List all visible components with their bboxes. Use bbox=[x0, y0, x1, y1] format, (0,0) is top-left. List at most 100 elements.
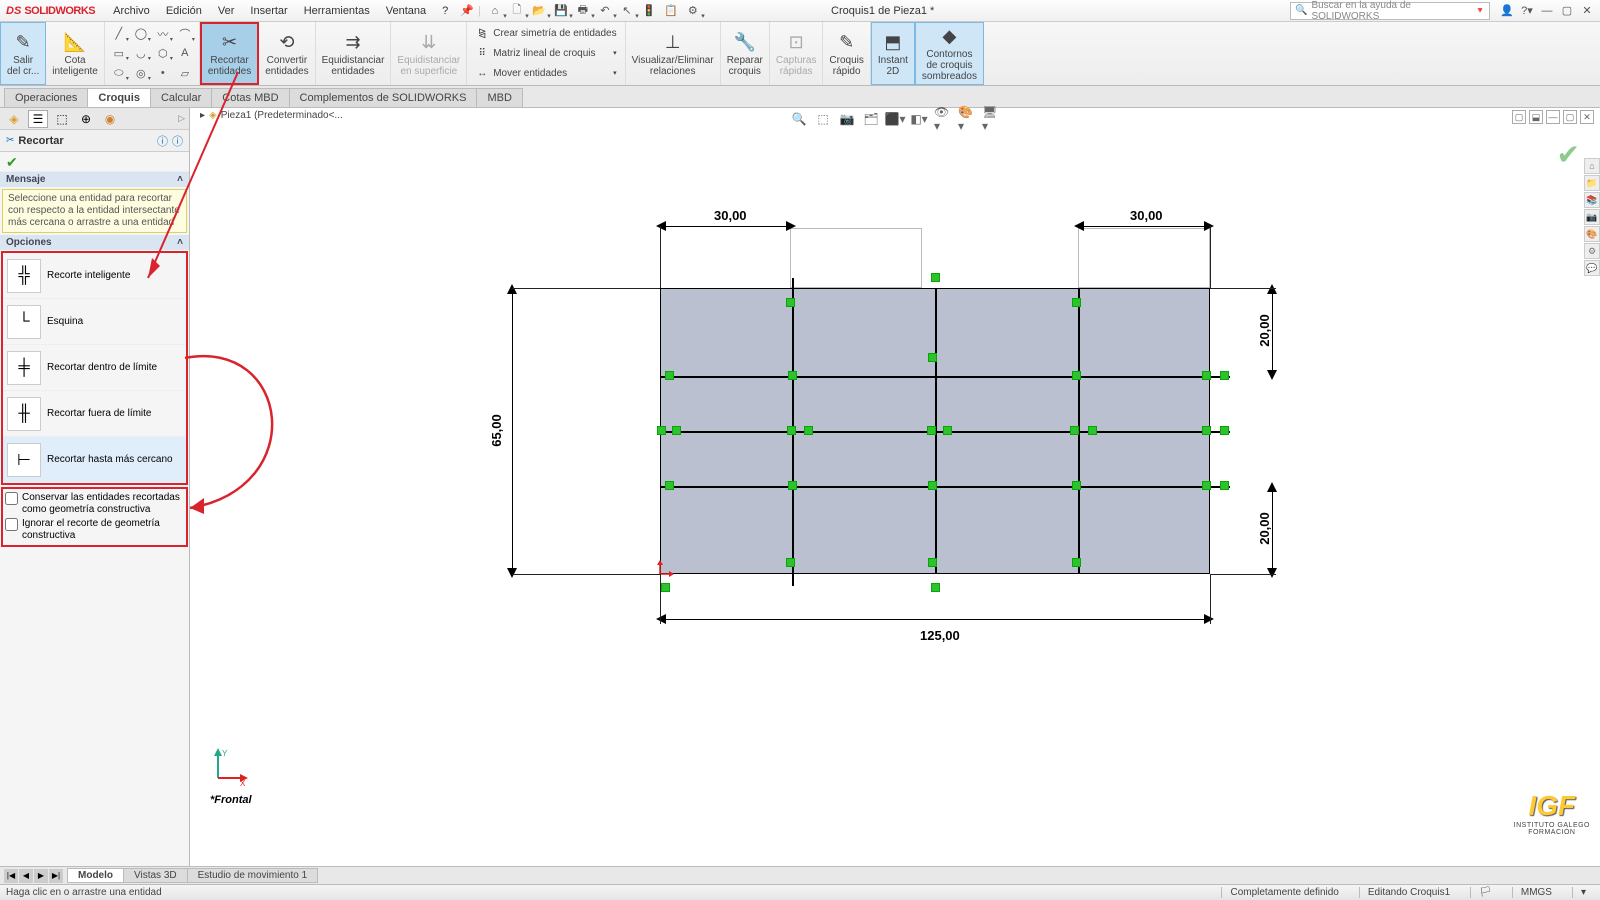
ellipse-tool[interactable]: ◎▾ bbox=[131, 64, 151, 82]
rail-resources-icon[interactable]: 📁 bbox=[1584, 175, 1600, 191]
section-view-icon[interactable]: 🗂 bbox=[862, 110, 880, 128]
qat-undo-icon[interactable]: ↶▾ bbox=[595, 2, 615, 20]
instant2d-button[interactable]: ⬒ Instant 2D bbox=[871, 22, 915, 85]
sk-rel[interactable] bbox=[788, 371, 797, 380]
opt-trim-outside[interactable]: ╫ Recortar fuera de límite bbox=[3, 391, 186, 437]
sk-rel[interactable] bbox=[1220, 371, 1229, 380]
breadcrumb[interactable]: ▸ ◈ Pieza1 (Predeterminado<... bbox=[200, 110, 343, 121]
sk-rel[interactable] bbox=[657, 426, 666, 435]
linear-pattern[interactable]: ⠿Matriz lineal de croquis▾ bbox=[475, 44, 616, 62]
shaded-contour-button[interactable]: ◆ Contornos de croquis sombreados bbox=[915, 22, 984, 85]
sk-rel[interactable] bbox=[1202, 371, 1211, 380]
rapid-sketch-button[interactable]: ✎ Croquis rápido bbox=[823, 22, 870, 85]
maximize-button[interactable]: ▢ bbox=[1560, 4, 1574, 17]
view-orient-icon[interactable]: ⬛▾ bbox=[886, 110, 904, 128]
status-units[interactable]: MMGS bbox=[1512, 887, 1560, 898]
rail-home-icon[interactable]: ⌂ bbox=[1584, 158, 1600, 174]
rail-appearance-icon[interactable]: 🎨 bbox=[1584, 226, 1600, 242]
graphics-area[interactable]: ▸ ◈ Pieza1 (Predeterminado<... 🔍 ⬚ 📷 🗂 ⬛… bbox=[190, 108, 1600, 866]
qat-options-icon[interactable]: 📋 bbox=[661, 2, 681, 20]
status-more-icon[interactable]: ▾ bbox=[1572, 887, 1594, 898]
tab-vistas-3d[interactable]: Vistas 3D bbox=[123, 868, 188, 883]
tab-mbd[interactable]: MBD bbox=[476, 88, 522, 107]
qat-print-icon[interactable]: 🖶▾ bbox=[573, 2, 593, 20]
opt-power-trim[interactable]: ╬ Recorte inteligente bbox=[3, 253, 186, 299]
sketch-confirm-icon[interactable]: ✔ bbox=[1557, 138, 1580, 171]
chk-ignore-construction[interactable]: Ignorar el recorte de geometría construc… bbox=[5, 517, 184, 543]
tab-complementos[interactable]: Complementos de SOLIDWORKS bbox=[289, 88, 478, 107]
qat-new-icon[interactable]: 🗋▾ bbox=[507, 2, 527, 20]
qat-settings-icon[interactable]: ⚙▾ bbox=[683, 2, 703, 20]
convert-entities-button[interactable]: ⟲ Convertir entidades bbox=[259, 22, 315, 85]
menu-herramientas[interactable]: Herramientas bbox=[296, 5, 378, 17]
move-entities[interactable]: ↔Mover entidades▾ bbox=[475, 64, 616, 82]
pm-help-icon[interactable]: ⓘ bbox=[157, 133, 168, 149]
tab-estudio-movimiento[interactable]: Estudio de movimiento 1 bbox=[187, 868, 319, 883]
qat-open-icon[interactable]: 📂▾ bbox=[529, 2, 549, 20]
sk-rel[interactable] bbox=[665, 371, 674, 380]
sk-rel[interactable] bbox=[1070, 426, 1079, 435]
sk-rel[interactable] bbox=[1088, 426, 1097, 435]
rail-forum-icon[interactable]: 💬 bbox=[1584, 260, 1600, 276]
smart-dimension-button[interactable]: 📐 Cota inteligente bbox=[46, 22, 105, 85]
sk-rel[interactable] bbox=[788, 481, 797, 490]
opt-trim-inside[interactable]: ╪ Recortar dentro de límite bbox=[3, 345, 186, 391]
rail-library-icon[interactable]: 📚 bbox=[1584, 192, 1600, 208]
dimexpert-tab[interactable]: ⊕ bbox=[76, 110, 96, 128]
polygon-tool[interactable]: ⬡▾ bbox=[153, 44, 173, 62]
spline-tool[interactable]: 〰▾ bbox=[153, 25, 173, 43]
dim-30-right[interactable]: 30,00 bbox=[1130, 208, 1163, 223]
chk-keep-construction[interactable]: Conservar las entidades recortadas como … bbox=[5, 491, 184, 517]
slot-tool[interactable]: ⬭▾ bbox=[109, 64, 129, 82]
vp-min[interactable]: — bbox=[1546, 110, 1560, 124]
qat-select-icon[interactable]: ↖▾ bbox=[617, 2, 637, 20]
status-flag-icon[interactable]: 🏳 bbox=[1470, 887, 1500, 898]
rect-tool[interactable]: ▭▾ bbox=[109, 44, 129, 62]
menu-insertar[interactable]: Insertar bbox=[242, 5, 295, 17]
fillet-tool[interactable]: ⌒▾ bbox=[175, 25, 195, 43]
display-relations-button[interactable]: ⊥ Visualizar/Eliminar relaciones bbox=[626, 22, 721, 85]
tab-next[interactable]: ▶ bbox=[34, 869, 48, 883]
hide-show-icon[interactable]: 👁▾ bbox=[934, 110, 952, 128]
search-input[interactable]: 🔍 Buscar en la ayuda de SOLIDWORKS 🔻 bbox=[1290, 2, 1490, 20]
sk-rel[interactable] bbox=[1072, 371, 1081, 380]
menu-ver[interactable]: Ver bbox=[210, 5, 243, 17]
pin-icon[interactable]: 📌 bbox=[460, 4, 474, 17]
mirror-entities[interactable]: ⧎Crear simetría de entidades bbox=[475, 25, 616, 43]
sk-rel[interactable] bbox=[787, 426, 796, 435]
sk-rel[interactable] bbox=[1072, 558, 1081, 567]
pm-help2-icon[interactable]: ⓘ bbox=[172, 133, 183, 149]
text-tool[interactable]: A bbox=[175, 44, 195, 62]
sk-rel[interactable] bbox=[928, 558, 937, 567]
vp-max[interactable]: ▢ bbox=[1563, 110, 1577, 124]
sk-rel[interactable] bbox=[1202, 481, 1211, 490]
circle-tool[interactable]: ◯▾ bbox=[131, 25, 151, 43]
menu-help[interactable]: ? bbox=[434, 5, 456, 17]
sk-rel[interactable] bbox=[661, 583, 670, 592]
sk-rel[interactable] bbox=[804, 426, 813, 435]
tab-prev[interactable]: ◀ bbox=[19, 869, 33, 883]
pm-message-header[interactable]: Mensaje˄ bbox=[0, 172, 189, 187]
point-tool[interactable]: • bbox=[153, 64, 173, 82]
sk-rel[interactable] bbox=[786, 298, 795, 307]
property-tab[interactable]: ☰ bbox=[28, 110, 48, 128]
sk-rel[interactable] bbox=[786, 558, 795, 567]
prev-view-icon[interactable]: 📷 bbox=[838, 110, 856, 128]
arc-tool[interactable]: ◡▾ bbox=[131, 44, 151, 62]
sk-rel[interactable] bbox=[943, 426, 952, 435]
trim-entities-button[interactable]: ✂ Recortar entidades bbox=[200, 22, 259, 85]
display-tab[interactable]: ◉ bbox=[100, 110, 120, 128]
sk-rel[interactable] bbox=[928, 353, 937, 362]
edit-appearance-icon[interactable]: 🎨▾ bbox=[958, 110, 976, 128]
sk-rel[interactable] bbox=[672, 426, 681, 435]
dim-125[interactable]: 125,00 bbox=[920, 628, 960, 643]
plane-tool[interactable]: ▱ bbox=[175, 64, 195, 82]
close-button[interactable]: ✕ bbox=[1580, 4, 1594, 17]
qat-rebuild-icon[interactable]: 🚦 bbox=[639, 2, 659, 20]
sk-rel[interactable] bbox=[1220, 481, 1229, 490]
sk-rel[interactable] bbox=[1202, 426, 1211, 435]
menu-archivo[interactable]: Archivo bbox=[105, 5, 158, 17]
user-icon[interactable]: 👤 bbox=[1500, 4, 1514, 17]
minimize-button[interactable]: — bbox=[1540, 5, 1554, 17]
opt-trim-nearest[interactable]: ⊢ Recortar hasta más cercano bbox=[3, 437, 186, 483]
